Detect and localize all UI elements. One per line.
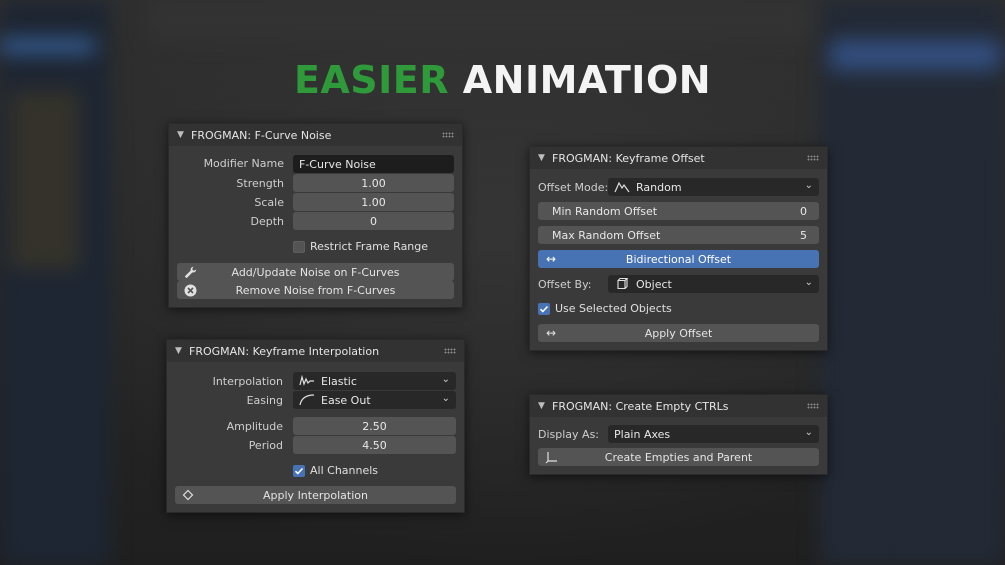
panel-header[interactable]: ▼ FROGMAN: Keyframe Interpolation — [167, 340, 464, 362]
drag-grip-icon[interactable] — [442, 132, 454, 138]
remove-noise-label: Remove Noise from F-Curves — [235, 283, 396, 297]
headline: EASIER ANIMATION — [0, 58, 1005, 102]
chevron-down-icon: ⌄ — [804, 277, 813, 288]
add-update-noise-label: Add/Update Noise on F-Curves — [231, 265, 400, 279]
easing-value: Ease Out — [321, 393, 371, 407]
panel-title: FROGMAN: F-Curve Noise — [191, 128, 332, 142]
blurred-highlight — [0, 40, 95, 52]
max-random-offset-field[interactable]: Max Random Offset 5 — [538, 226, 819, 244]
offset-mode-select[interactable]: Random ⌄ — [608, 178, 819, 196]
display-as-select[interactable]: Plain Axes ⌄ — [608, 425, 819, 443]
apply-interpolation-label: Apply Interpolation — [263, 488, 368, 502]
close-circle-icon — [183, 283, 197, 297]
modifier-name-label: Modifier Name — [203, 157, 284, 170]
elastic-curve-icon — [299, 374, 315, 388]
panel-header[interactable]: ▼ FROGMAN: F-Curve Noise — [169, 124, 462, 146]
min-random-offset-label: Min Random Offset — [552, 205, 658, 218]
max-random-offset-label: Max Random Offset — [552, 229, 661, 242]
ease-out-curve-icon — [299, 393, 315, 407]
easing-label: Easing — [246, 394, 283, 407]
drag-grip-icon[interactable] — [807, 403, 819, 409]
restrict-frame-range-checkbox[interactable]: Restrict Frame Range — [293, 240, 428, 253]
wrench-icon — [183, 265, 197, 279]
interpolation-value: Elastic — [321, 374, 357, 388]
create-empties-button[interactable]: Create Empties and Parent — [538, 448, 819, 466]
drag-grip-icon[interactable] — [444, 348, 456, 354]
bidirectional-offset-button[interactable]: ↔ Bidirectional Offset — [538, 250, 819, 268]
offset-mode-label: Offset Mode: — [538, 181, 609, 194]
offset-by-label: Offset By: — [538, 278, 592, 291]
period-label: Period — [248, 439, 283, 452]
keyframe-diamond-icon — [181, 488, 195, 502]
strength-field[interactable]: 1.00 — [293, 174, 454, 192]
min-random-offset-field[interactable]: Min Random Offset 0 — [538, 202, 819, 220]
apply-offset-button[interactable]: ↔ Apply Offset — [538, 324, 819, 342]
checkmark-icon[interactable] — [538, 302, 550, 315]
restrict-frame-range-label: Restrict Frame Range — [310, 240, 429, 253]
checkmark-icon[interactable] — [293, 464, 305, 477]
scale-label: Scale — [254, 196, 284, 209]
remove-noise-button[interactable]: Remove Noise from F-Curves — [177, 281, 454, 299]
amplitude-label: Amplitude — [226, 420, 283, 433]
keyframe-offset-panel: ▼ FROGMAN: Keyframe Offset Offset Mode: … — [529, 146, 828, 351]
chevron-down-icon: ⌄ — [804, 427, 813, 438]
amplitude-field[interactable]: 2.50 — [293, 417, 456, 435]
scale-field[interactable]: 1.00 — [293, 193, 454, 211]
chevron-down-icon[interactable]: ▼ — [175, 346, 185, 356]
panel-title: FROGMAN: Keyframe Offset — [552, 151, 705, 165]
offset-mode-value: Random — [636, 180, 682, 194]
chevron-down-icon: ⌄ — [441, 374, 450, 385]
panel-header[interactable]: ▼ FROGMAN: Keyframe Offset — [530, 147, 827, 169]
panel-title: FROGMAN: Create Empty CTRLs — [552, 399, 729, 413]
all-channels-checkbox[interactable]: All Channels — [293, 464, 378, 477]
headline-main: ANIMATION — [462, 58, 712, 102]
use-selected-objects-label: Use Selected Objects — [555, 302, 672, 315]
apply-interpolation-button[interactable]: Apply Interpolation — [175, 486, 456, 504]
chevron-down-icon[interactable]: ▼ — [538, 401, 548, 411]
object-cube-icon — [614, 277, 630, 291]
random-curve-icon — [614, 180, 630, 194]
modifier-name-input[interactable]: F-Curve Noise — [293, 155, 454, 173]
use-selected-objects-checkbox[interactable]: Use Selected Objects — [538, 302, 672, 315]
period-field[interactable]: 4.50 — [293, 436, 456, 454]
panel-header[interactable]: ▼ FROGMAN: Create Empty CTRLs — [530, 395, 827, 417]
max-random-offset-value: 5 — [800, 229, 807, 242]
offset-by-value: Object — [636, 277, 672, 291]
interpolation-label: Interpolation — [212, 375, 283, 388]
create-empties-label: Create Empties and Parent — [604, 450, 753, 464]
chevron-down-icon[interactable]: ▼ — [177, 130, 187, 140]
offset-by-select[interactable]: Object ⌄ — [608, 275, 819, 293]
panel-title: FROGMAN: Keyframe Interpolation — [189, 344, 380, 358]
depth-field[interactable]: 0 — [293, 212, 454, 230]
drag-grip-icon[interactable] — [807, 155, 819, 161]
double-arrow-icon: ↔ — [545, 326, 557, 340]
display-as-value: Plain Axes — [614, 427, 671, 441]
double-arrow-icon: ↔ — [545, 252, 557, 266]
min-random-offset-value: 0 — [800, 205, 807, 218]
blurred-top-bar — [150, 0, 810, 40]
interpolation-select[interactable]: Elastic ⌄ — [293, 372, 456, 390]
all-channels-label: All Channels — [310, 464, 379, 477]
chevron-down-icon: ⌄ — [804, 180, 813, 191]
display-as-label: Display As: — [538, 428, 600, 441]
chevron-down-icon: ⌄ — [441, 393, 450, 404]
add-update-noise-button[interactable]: Add/Update Noise on F-Curves — [177, 263, 454, 281]
strength-label: Strength — [236, 177, 284, 190]
bidirectional-offset-label: Bidirectional Offset — [625, 252, 732, 266]
keyframe-interpolation-panel: ▼ FROGMAN: Keyframe Interpolation Interp… — [166, 339, 465, 513]
easing-select[interactable]: Ease Out ⌄ — [293, 391, 456, 409]
chevron-down-icon[interactable]: ▼ — [538, 153, 548, 163]
headline-accent: EASIER — [293, 58, 450, 102]
checkbox-unchecked-icon[interactable] — [293, 240, 305, 253]
depth-label: Depth — [250, 215, 284, 228]
empty-axes-icon — [544, 450, 558, 464]
apply-offset-label: Apply Offset — [644, 326, 713, 340]
fcurve-noise-panel: ▼ FROGMAN: F-Curve Noise Modifier Name F… — [168, 123, 463, 308]
blurred-list — [10, 90, 80, 270]
create-empty-ctrls-panel: ▼ FROGMAN: Create Empty CTRLs Display As… — [529, 394, 828, 475]
